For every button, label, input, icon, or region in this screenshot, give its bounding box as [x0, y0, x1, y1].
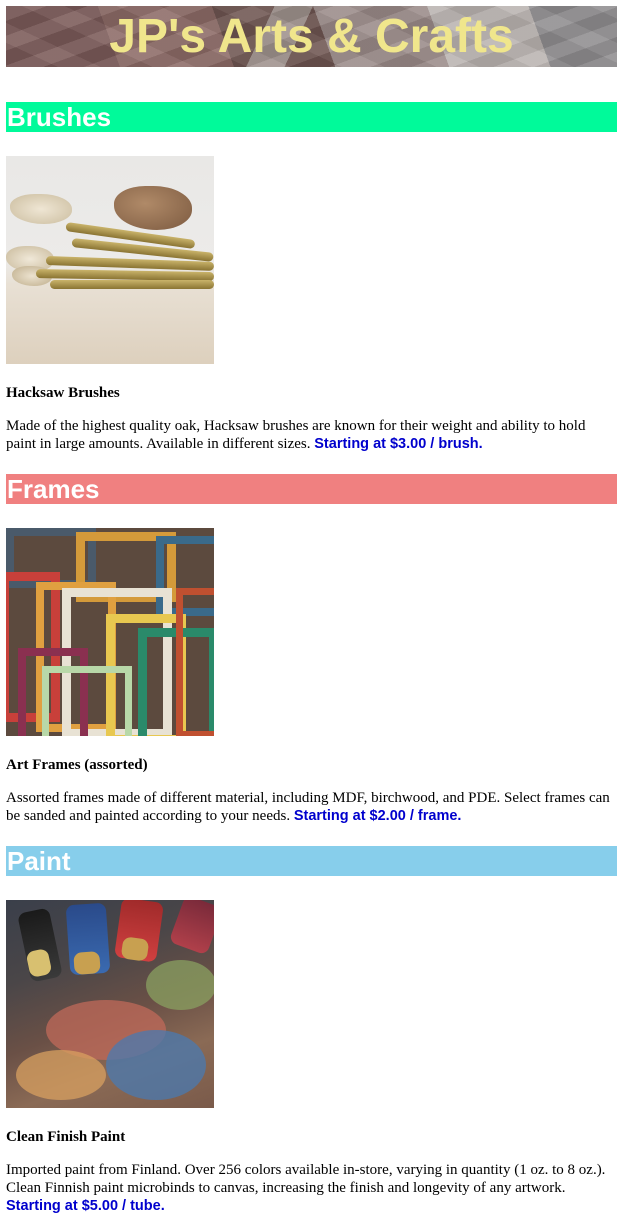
product-title-paint: Clean Finish Paint [6, 1129, 126, 1145]
site-title: JP's Arts & Crafts [109, 10, 514, 63]
description-text: Imported paint from Finland. Over 256 co… [6, 1162, 606, 1196]
frames-photo [6, 528, 214, 736]
product-description-paint: Imported paint from Finland. Over 256 co… [6, 1161, 617, 1215]
price-paint: Starting at $5.00 / tube. [6, 1198, 165, 1214]
product-description-frames: Assorted frames made of different materi… [6, 789, 617, 825]
product-title-frames: Art Frames (assorted) [6, 757, 148, 773]
brushes-photo [6, 156, 214, 364]
description-text: Made of the highest quality oak, Hacksaw… [6, 418, 586, 452]
product-description-brushes: Made of the highest quality oak, Hacksaw… [6, 417, 617, 453]
site-banner: JP's Arts & Crafts [6, 6, 617, 67]
paint-photo [6, 900, 214, 1108]
section-heading-frames: Frames [6, 474, 617, 504]
product-title-brushes: Hacksaw Brushes [6, 385, 120, 401]
section-heading-brushes: Brushes [6, 102, 617, 132]
price-brushes: Starting at $3.00 / brush. [314, 436, 483, 452]
price-frames: Starting at $2.00 / frame. [293, 808, 462, 824]
section-heading-paint: Paint [6, 846, 617, 876]
